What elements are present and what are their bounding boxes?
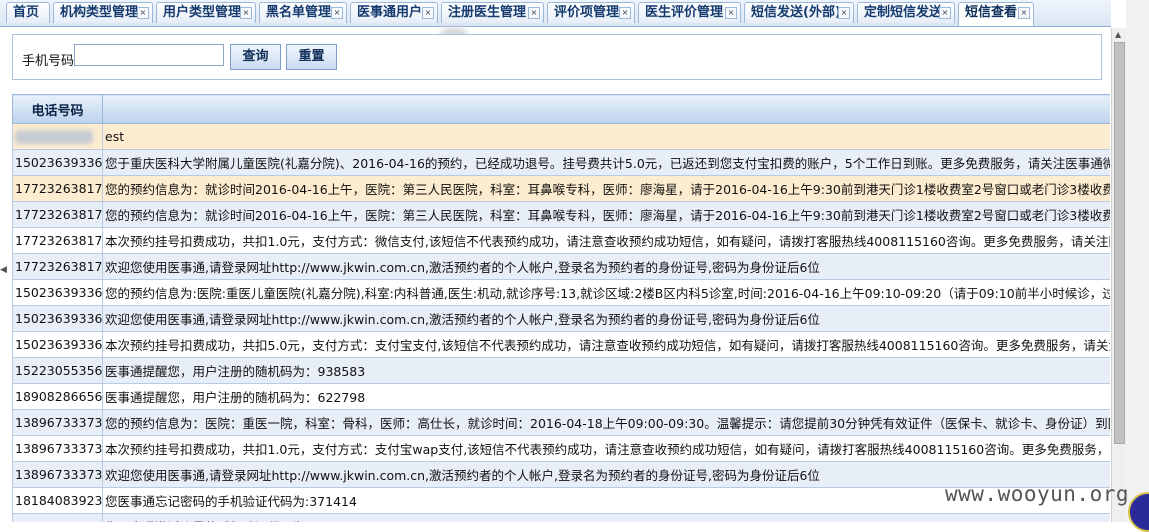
tab-1[interactable]: 机构类型管理 ×: [53, 2, 153, 23]
tab-label: 机构类型管理: [60, 5, 139, 20]
cell-phone: [12, 123, 103, 150]
table-row[interactable]: est: [12, 123, 1110, 150]
cell-phone: 15023639336: [12, 279, 103, 306]
table-row[interactable]: 17723263817 本次预约挂号扣费成功，共扣1.0元，支付方式：微信支付,该…: [12, 227, 1110, 254]
table-row[interactable]: 15023639336 您于重庆医科大学附属儿童医院(礼嘉分院)、2016-04-…: [12, 149, 1110, 176]
cell-phone: 18184083923: [12, 487, 103, 514]
side-strip: [1126, 0, 1149, 522]
cell-phone: 13896733373: [12, 461, 103, 488]
table-row[interactable]: 13896733373 您的预约信息为：医院：重医一院，科室：骨科，医师：高仕长，…: [12, 409, 1110, 436]
cell-content: 您医事通激活账号的手机验证代码为:367257: [102, 513, 1110, 522]
cell-phone: 15023639336: [12, 305, 103, 332]
close-icon[interactable]: ×: [240, 7, 252, 19]
column-header-content[interactable]: [102, 94, 1110, 124]
scrollbar-thumb[interactable]: [1114, 42, 1125, 444]
cell-content: 本次预约挂号扣费成功，共扣5.0元，支付方式：支付宝支付,该短信不代表预约成功，…: [102, 331, 1110, 358]
column-header-phone[interactable]: 电话号码: [12, 94, 103, 124]
close-icon[interactable]: ×: [939, 7, 951, 19]
tab-label: 定制短信发送: [864, 5, 943, 20]
table-row[interactable]: 15023639336 欢迎您使用医事通,请登录网址http://www.jkwi…: [12, 305, 1110, 332]
close-icon[interactable]: ×: [838, 7, 850, 19]
cell-phone: 13896733373: [12, 409, 103, 436]
tab-label: 医事通用户: [357, 5, 423, 20]
cell-content: 本次预约挂号扣费成功，共扣1.0元，支付方式：支付宝wap支付,该短信不代表预约…: [102, 435, 1110, 462]
cell-content: 您的预约信息为：医院：重医一院，科室：骨科，医师：高仕长，就诊时间：2016-0…: [102, 409, 1110, 436]
table-row[interactable]: 17723263817 您的预约信息为：就诊时间2016-04-16上午，医院：第…: [12, 175, 1110, 202]
collapse-arrow-icon[interactable]: ◀: [0, 265, 7, 275]
cell-phone: 15023639336: [12, 331, 103, 358]
cell-phone: 15730109060: [12, 513, 103, 522]
cell-content: 医事通提醒您，用户注册的随机码为：622798: [102, 383, 1110, 410]
tab-8[interactable]: 短信发送(外部) ×: [744, 2, 854, 23]
table-row[interactable]: 15023639336 本次预约挂号扣费成功，共扣5.0元，支付方式：支付宝支付,…: [12, 331, 1110, 358]
table-header-row: 电话号码: [12, 94, 1110, 124]
cell-content: 您于重庆医科大学附属儿童医院(礼嘉分院)、2016-04-16的预约，已经成功退…: [102, 149, 1110, 176]
tab-7[interactable]: 医生评价管理 ×: [638, 2, 741, 23]
reset-button[interactable]: 重置: [286, 44, 337, 70]
cell-content: 欢迎您使用医事通,请登录网址http://www.jkwin.com.cn,激活…: [102, 305, 1110, 332]
cell-content: 欢迎您使用医事通,请登录网址http://www.jkwin.com.cn,激活…: [102, 253, 1110, 280]
tab-label: 注册医生管理: [448, 5, 527, 20]
tab-9[interactable]: 定制短信发送 ×: [857, 2, 955, 23]
tab-label: 首页: [13, 5, 40, 20]
close-icon[interactable]: ×: [331, 7, 343, 19]
cell-phone: 15023639336: [12, 149, 103, 176]
table-row[interactable]: 15730109060您医事通激活账号的手机验证代码为:367257: [12, 513, 1110, 522]
cell-phone: 17723263817: [12, 175, 103, 202]
tab-label: 医生评价管理: [645, 5, 724, 20]
vertical-scrollbar[interactable]: ▲: [1111, 28, 1126, 522]
close-icon[interactable]: ×: [725, 7, 737, 19]
cell-content: 您的预约信息为：就诊时间2016-04-16上午，医院：第三人民医院，科室：耳鼻…: [102, 175, 1110, 202]
sms-table: 电话号码 est 15023639336 您于重庆医科大学附属儿童医院(礼嘉分院)、…: [12, 94, 1110, 522]
tab-10[interactable]: 短信查看 ×: [958, 2, 1034, 26]
phone-label: 手机号码: [22, 54, 75, 69]
close-icon[interactable]: ×: [619, 7, 631, 19]
cell-phone: 18908286656: [12, 383, 103, 410]
query-button[interactable]: 查询: [230, 44, 281, 70]
cell-content: 医事通提醒您，用户注册的随机码为：938583: [102, 357, 1110, 384]
phone-search-input[interactable]: [74, 44, 224, 66]
tab-4[interactable]: 医事通用户 ×: [350, 2, 438, 23]
close-icon[interactable]: ×: [422, 7, 434, 19]
table-row[interactable]: 15023639336 您的预约信息为:医院:重医儿童医院(礼嘉分院),科室:内科…: [12, 279, 1110, 306]
cell-content: 您的预约信息为：就诊时间2016-04-16上午，医院：第三人民医院，科室：耳鼻…: [102, 201, 1110, 228]
tab-3[interactable]: 黑名单管理 ×: [259, 2, 347, 23]
cell-phone: 15223055356: [12, 357, 103, 384]
close-icon[interactable]: ×: [137, 7, 149, 19]
cell-content: 本次预约挂号扣费成功，共扣1.0元，支付方式：微信支付,该短信不代表预约成功，请…: [102, 227, 1110, 254]
close-icon[interactable]: ×: [1018, 7, 1030, 19]
tab-label: 评价项管理: [554, 5, 620, 20]
tab-0[interactable]: 首页: [6, 2, 50, 23]
watermark: www.wooyun.org: [945, 482, 1130, 506]
table-row[interactable]: 17723263817 您的预约信息为：就诊时间2016-04-16上午，医院：第…: [12, 201, 1110, 228]
table-row[interactable]: 17723263817 欢迎您使用医事通,请登录网址http://www.jkwi…: [12, 253, 1110, 280]
table-row[interactable]: 13896733373 本次预约挂号扣费成功，共扣1.0元，支付方式：支付宝wap…: [12, 435, 1110, 462]
cell-content: est: [102, 123, 1110, 150]
tab-bar: 首页 机构类型管理 × 用户类型管理 × 黑名单管理 × 医事通用户 × 注册医生管理 × 评价项管理…: [0, 0, 1111, 27]
tab-5[interactable]: 注册医生管理 ×: [441, 2, 544, 23]
cell-content: 您的预约信息为:医院:重医儿童医院(礼嘉分院),科室:内科普通,医生:机动,就诊…: [102, 279, 1110, 306]
cell-phone: 17723263817: [12, 201, 103, 228]
search-panel: 手机号码 查询 重置: [12, 34, 1102, 80]
tab-2[interactable]: 用户类型管理 ×: [156, 2, 256, 23]
tab-label: 短信查看: [965, 5, 1018, 20]
cell-phone: 13896733373: [12, 435, 103, 462]
cell-phone: 17723263817: [12, 253, 103, 280]
scroll-up-arrow-icon[interactable]: ▲: [1115, 30, 1121, 39]
tab-label: 用户类型管理: [163, 5, 242, 20]
redaction-blur: [15, 130, 93, 145]
close-icon[interactable]: ×: [528, 7, 540, 19]
table-row[interactable]: 15223055356 医事通提醒您，用户注册的随机码为：938583: [12, 357, 1110, 384]
tab-6[interactable]: 评价项管理 ×: [547, 2, 635, 23]
tab-label: 黑名单管理: [266, 5, 332, 20]
tab-label: 短信发送(外部): [751, 5, 841, 20]
cell-phone: 17723263817: [12, 227, 103, 254]
table-row[interactable]: 18908286656 医事通提醒您，用户注册的随机码为：622798: [12, 383, 1110, 410]
